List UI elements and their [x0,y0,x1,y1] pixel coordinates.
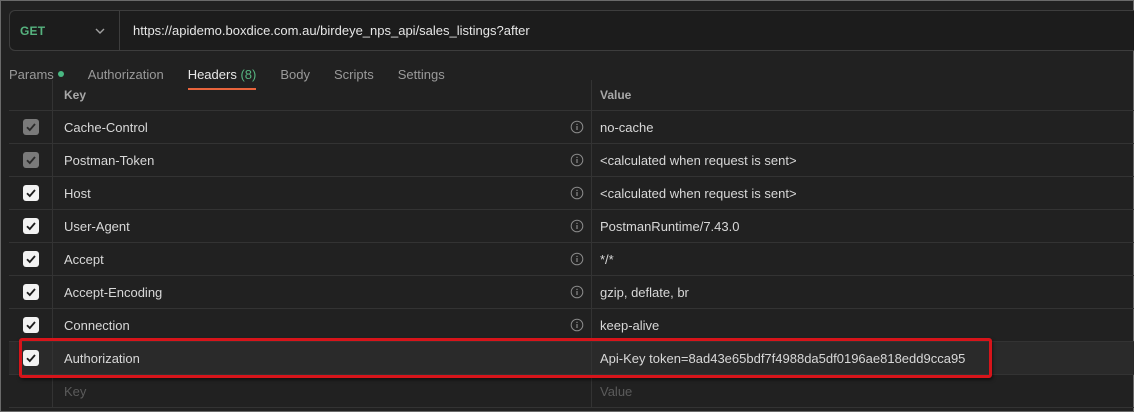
header-key-cell[interactable]: Authorization [53,342,592,374]
header-check-cell [9,80,53,110]
new-value-input[interactable]: Value [592,375,1134,407]
header-key-cell[interactable]: Connection [53,309,592,341]
checkmark-icon [25,123,36,132]
checkmark-icon [25,156,36,165]
table-row: Host <calculated when request is sent> [9,177,1134,210]
header-key-text: Authorization [64,350,140,366]
row-check-cell [9,276,53,308]
column-header-value: Value [600,88,632,102]
table-row: Accept-Encoding gzip, deflate, br [9,276,1134,309]
row-checkbox[interactable] [22,251,39,267]
header-key-cell[interactable]: Cache-Control [53,111,592,143]
chevron-down-icon [95,28,105,34]
header-key-text: Connection [64,317,130,333]
header-key-cell[interactable]: Host [53,177,592,209]
header-key-cell[interactable]: Accept-Encoding [53,276,592,308]
method-selector[interactable]: GET [10,11,120,50]
row-checkbox[interactable] [22,284,39,300]
row-checkbox[interactable] [22,119,39,135]
params-status-dot [57,71,64,77]
header-key-cell[interactable]: Postman-Token [53,144,592,176]
header-key-text: Accept [64,251,104,267]
table-row-authorization: Authorization Api-Key token=8ad43e65bdf7… [9,342,1134,375]
row-check-cell [9,144,53,176]
row-check-cell [9,210,53,242]
url-input[interactable]: https://apidemo.boxdice.com.au/birdeye_n… [120,23,530,38]
row-check-cell [9,111,53,143]
row-check-cell [9,177,53,209]
row-checkbox[interactable] [22,350,39,366]
request-url-bar: GET https://apidemo.boxdice.com.au/birde… [9,10,1134,51]
info-icon[interactable] [570,285,584,299]
info-icon[interactable] [570,318,584,332]
table-row: Postman-Token <calculated when request i… [9,144,1134,177]
row-check-cell [9,309,53,341]
header-key-cell[interactable]: User-Agent [53,210,592,242]
headers-table: Key Value Cache-Control no-cache Postman… [9,80,1134,408]
header-value-cell[interactable]: no-cache [592,111,1134,143]
info-icon[interactable] [570,219,584,233]
header-key-text: Accept-Encoding [64,284,163,300]
row-check-cell [9,342,53,374]
header-key-text: Postman-Token [64,152,155,168]
checkmark-icon [25,255,36,264]
checkmark-icon [25,354,36,363]
header-key-text: Cache-Control [64,119,148,135]
row-checkbox[interactable] [22,185,39,201]
table-row: Accept */* [9,243,1134,276]
header-key-text: Host [64,185,91,201]
info-icon[interactable] [570,186,584,200]
header-value-cell[interactable]: <calculated when request is sent> [592,144,1134,176]
checkmark-icon [25,189,36,198]
info-icon[interactable] [570,153,584,167]
header-value-cell[interactable]: <calculated when request is sent> [592,177,1134,209]
table-row: User-Agent PostmanRuntime/7.43.0 [9,210,1134,243]
row-check-cell [9,243,53,275]
header-value-cell[interactable]: gzip, deflate, br [592,276,1134,308]
row-checkbox[interactable] [22,218,39,234]
row-checkbox[interactable] [22,317,39,333]
header-key-cell[interactable]: Accept [53,243,592,275]
row-checkbox[interactable] [22,152,39,168]
table-row: Cache-Control no-cache [9,111,1134,144]
info-icon[interactable] [570,120,584,134]
new-header-row: Key Value [9,375,1134,408]
column-header-key: Key [53,80,592,110]
header-key-text: User-Agent [64,218,130,234]
checkmark-icon [25,321,36,330]
info-icon[interactable] [570,252,584,266]
header-value-cell[interactable]: keep-alive [592,309,1134,341]
checkmark-icon [25,222,36,231]
table-row: Connection keep-alive [9,309,1134,342]
header-value-cell[interactable]: */* [592,243,1134,275]
checkmark-icon [25,288,36,297]
new-key-input[interactable]: Key [53,375,592,407]
header-value-cell[interactable]: Api-Key token=8ad43e65bdf7f4988da5df0196… [592,342,1134,374]
method-label: GET [20,23,46,38]
header-value-cell[interactable]: PostmanRuntime/7.43.0 [592,210,1134,242]
table-header-row: Key Value [9,80,1134,111]
row-check-cell [9,375,53,407]
